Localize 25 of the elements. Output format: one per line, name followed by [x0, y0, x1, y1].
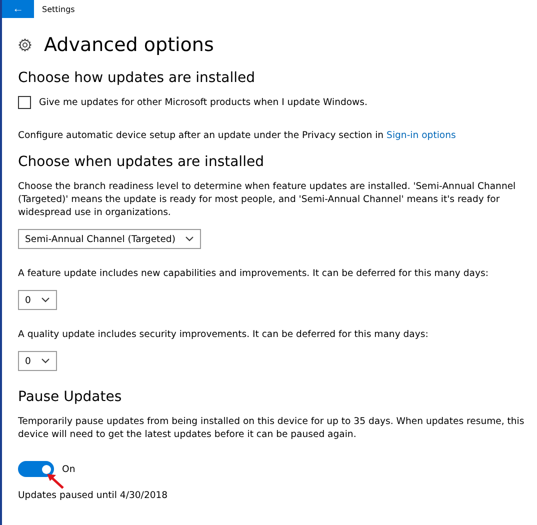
- toggle-switch[interactable]: [18, 461, 54, 477]
- chevron-down-icon: [40, 358, 50, 364]
- description-text: Temporarily pause updates from being installed on this device for up to 35 days. When updates resume, this device will need to get the latest updates before it can be paused again.: [18, 415, 526, 441]
- checkbox-label: Give me updates for other Microsoft products when I update Windows.: [39, 97, 368, 108]
- dropdown[interactable]: 0: [18, 351, 57, 371]
- toggle-label: On: [62, 464, 76, 474]
- dropdown[interactable]: 0: [18, 290, 57, 310]
- chevron-down-icon: [185, 236, 194, 242]
- window-title: Settings: [42, 4, 75, 14]
- description-text: Configure automatic device setup after an update under the Privacy section in Sign-in options: [18, 129, 457, 142]
- checkbox[interactable]: [18, 96, 31, 109]
- section-heading: Pause Updates: [18, 389, 123, 405]
- sign-in-options-link[interactable]: Sign-in options: [386, 130, 456, 141]
- arrow-icon: [46, 473, 64, 489]
- description-text: A quality update includes security improvements. It can be deferred for this many days:: [18, 328, 430, 341]
- description-text: Choose the branch readiness level to determine when feature updates are installed. 'Semi-Annual Channel (Targeted)' means the update is ready for most people, and 'Semi-Annual Channel' means it's ready for widespread use in organizations.: [18, 180, 517, 219]
- section-heading: Choose how updates are installed: [18, 70, 256, 86]
- chevron-down-icon: [40, 297, 50, 303]
- description-text: A feature update includes new capabilities and improvements. It can be deferred for this many days:: [18, 267, 490, 280]
- dropdown[interactable]: Semi-Annual Channel (Targeted): [18, 229, 202, 249]
- settings-icon: [18, 38, 32, 52]
- description-text: Updates paused until 4/30/2018: [18, 489, 169, 502]
- back-button[interactable]: ←: [2, 0, 34, 18]
- page-title: Advanced options: [44, 34, 214, 56]
- section-heading: Choose when updates are installed: [18, 154, 265, 170]
